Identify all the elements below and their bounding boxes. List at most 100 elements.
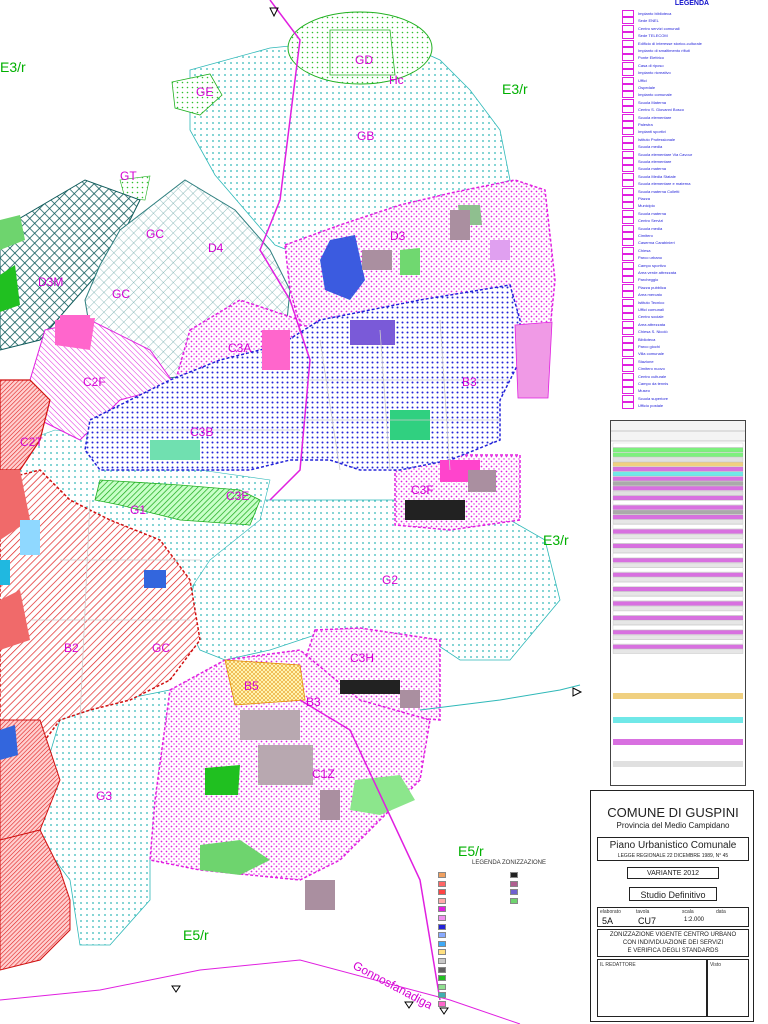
piano-box: Piano Urbanistico Comunale LEGGE REGIONA… xyxy=(597,837,749,861)
legend-item-label: Centro servizi comunali xyxy=(638,25,680,31)
table-row xyxy=(612,606,744,611)
label-e5r-right: E5/r xyxy=(458,843,484,859)
table-row xyxy=(612,615,744,621)
piano-title: Piano Urbanistico Comunale xyxy=(609,840,737,851)
subject-line-3: E VERIFICA DEGLI STANDARDS xyxy=(627,948,719,954)
label-g1: G1 xyxy=(130,503,146,517)
legend-item-label: Scuola elementare xyxy=(638,159,672,164)
legend-item-label: Impianto biblioteca xyxy=(638,11,672,16)
studio-label: Studio Definitivo xyxy=(640,890,706,900)
label-g2: G2 xyxy=(382,573,398,587)
legend-swatch xyxy=(622,24,634,32)
table-row xyxy=(612,572,744,577)
legend-item-label: Edificio di interesse storico-culturale xyxy=(638,40,702,46)
legend-swatch xyxy=(622,291,634,299)
legend-swatch xyxy=(622,17,634,25)
label-e3r-right: E3/r xyxy=(543,532,569,548)
legend-swatch xyxy=(622,239,634,247)
zoning-legend-item xyxy=(438,915,508,922)
legend-item-label: Impianto di smaltimento rifiuti xyxy=(638,48,690,53)
label-c3f: C3F xyxy=(411,483,434,497)
legend-swatch xyxy=(622,306,634,313)
legend-swatch xyxy=(622,32,634,40)
table-row xyxy=(612,586,744,592)
zoning-legend-title: LEGENDA ZONIZZAZIONE xyxy=(471,860,546,866)
zoning-legend-swatch xyxy=(438,923,446,930)
table-row xyxy=(612,596,744,601)
subject-box: ZONIZZAZIONE VIGENTE CENTRO URBANO CON I… xyxy=(597,929,749,957)
legend-item-label: Area mercato xyxy=(638,292,663,298)
zoning-legend-swatch xyxy=(438,872,446,878)
zoning-legend-swatch xyxy=(438,966,446,973)
label-c3e: C3E xyxy=(226,489,249,503)
legend-item-label: Impianto comunale xyxy=(638,92,672,98)
legend-item-label: Scuola superiore xyxy=(638,395,669,401)
zoning-legend-item xyxy=(510,880,580,888)
zoning-legend-item xyxy=(438,880,508,888)
studio-box: Studio Definitivo xyxy=(629,887,717,901)
table-row xyxy=(612,452,744,457)
table-row xyxy=(612,529,744,534)
label-hc: Hc xyxy=(389,73,404,87)
table-row xyxy=(612,639,744,645)
elaborato-label: elaborato xyxy=(600,909,621,915)
zone-b5 xyxy=(224,659,306,706)
legend-swatch xyxy=(622,143,634,151)
legend-item-label: Centro Servizi xyxy=(638,218,664,224)
legend-item-label: Scuola elementare Via Cavour xyxy=(638,151,693,157)
legend-swatch xyxy=(622,91,634,99)
legend-swatch xyxy=(622,98,634,106)
redattore-box: IL REDATTORE xyxy=(597,959,707,1017)
legend-swatch xyxy=(622,172,634,180)
legend-item-label: Municipio xyxy=(638,203,655,209)
legend-swatch xyxy=(622,209,634,217)
table-row xyxy=(612,442,744,448)
legend-item-label: Area attrezzata xyxy=(638,321,666,327)
table-row xyxy=(612,649,744,654)
label-b3b: B3 xyxy=(306,695,321,709)
zoning-legend-swatch xyxy=(438,906,446,913)
zoning-legend-swatch xyxy=(438,932,446,939)
zoning-legend-swatch xyxy=(438,1001,446,1007)
standards-table xyxy=(610,420,746,786)
legend-item-label: Ufficio postale xyxy=(638,403,664,409)
zoning-legend-swatch xyxy=(438,983,446,990)
legend-item-label: Parcheggio xyxy=(638,277,659,283)
label-gb: GB xyxy=(357,129,374,143)
legend-swatch xyxy=(622,39,634,47)
table-row xyxy=(612,577,744,582)
legend-item-label: Istituto Professionale xyxy=(638,136,676,142)
redattore-label: IL REDATTORE xyxy=(600,962,636,968)
label-c2t: C2T xyxy=(20,435,43,449)
legend-item-label: Uffici comunali xyxy=(638,307,664,312)
table-row xyxy=(612,466,744,472)
legend-swatch xyxy=(622,217,634,225)
legend-item-label: Scuola materna Colletti xyxy=(638,188,680,194)
visto-box: Visto xyxy=(707,959,749,1017)
legend-item-label: Museo xyxy=(638,388,651,394)
zoning-legend-swatch xyxy=(510,897,518,904)
legend-swatch xyxy=(622,343,634,350)
zoning-legend-item xyxy=(438,966,508,974)
label-d3: D3 xyxy=(390,229,406,243)
legend-item-label: Palestra xyxy=(638,122,653,127)
legend-item-label: Centro sociale xyxy=(638,314,664,320)
services-legend: LEGENDA Impianto biblioteca Sede ENEL Cent… xyxy=(622,0,762,412)
legend-item-label: Villa comunale xyxy=(638,351,664,357)
legend-item-label: Scuola materna xyxy=(638,210,667,216)
legend-item-label: Impianti sportivi xyxy=(638,129,666,135)
label-d3m: D3M xyxy=(38,275,63,289)
legend-swatch xyxy=(622,232,634,239)
legend-item-label: Cimitero nuovo xyxy=(638,366,665,372)
table-row xyxy=(612,505,744,510)
legend-item-label: Istituto Tecnico xyxy=(638,299,665,305)
tavola-value: CU7 xyxy=(638,916,657,926)
legend-item-label: Campo da tennis xyxy=(638,381,669,386)
label-gc2: GC xyxy=(112,287,130,301)
legend-item-label: Impianto ricreativo xyxy=(638,70,671,76)
legend-item-label: Centro culturale xyxy=(638,373,667,379)
zoning-legend-item xyxy=(438,975,508,982)
legend-swatch xyxy=(622,180,634,188)
table-row xyxy=(612,582,744,587)
zoning-legend-item xyxy=(438,940,508,948)
